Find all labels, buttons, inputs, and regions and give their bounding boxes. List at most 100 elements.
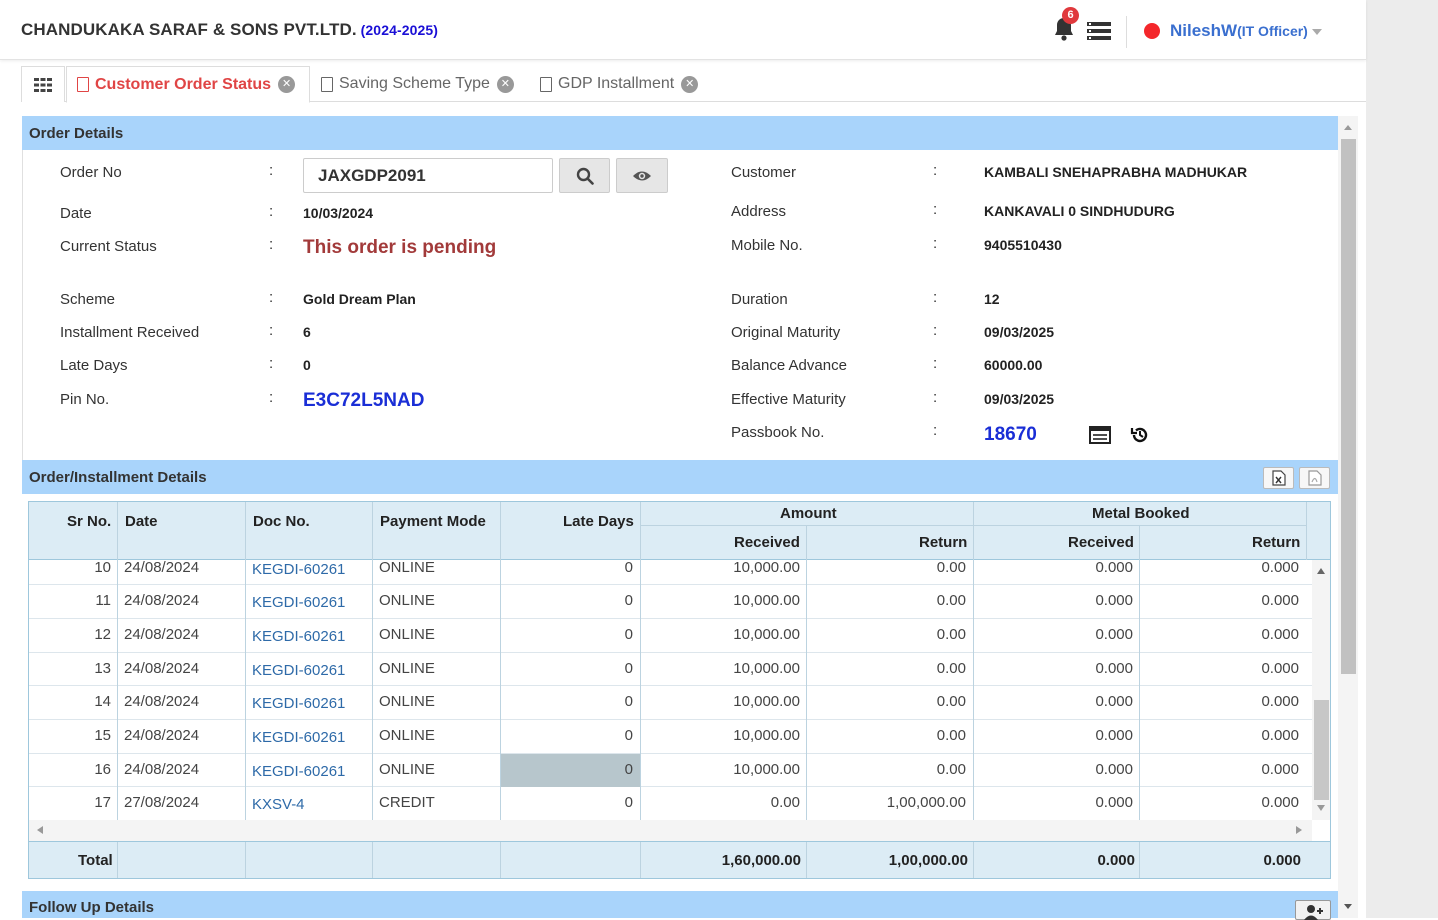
colon: : <box>933 322 938 339</box>
customer-label: Customer <box>731 164 797 181</box>
close-icon[interactable]: ✕ <box>278 76 296 93</box>
table-row[interactable]: 13 24/08/2024 KEGDI-60261 ONLINE 0 10,000.00 0… <box>29 653 1312 686</box>
list-menu-icon[interactable] <box>1087 21 1111 41</box>
add-follow-up-button[interactable] <box>1295 900 1331 920</box>
col-divider <box>372 502 373 820</box>
table-row[interactable]: 11 24/08/2024 KEGDI-60261 ONLINE 0 10,000.00 0… <box>29 585 1312 619</box>
installment-received-value: 6 <box>303 324 311 340</box>
scroll-left-icon[interactable] <box>37 826 43 834</box>
header-separator <box>1126 16 1127 48</box>
cell-doc-no[interactable]: KEGDI-60261 <box>252 763 345 780</box>
cell-doc-no[interactable]: KEGDI-60261 <box>252 561 345 578</box>
cell-metal-received: 0.000 <box>1095 794 1133 811</box>
close-icon[interactable]: ✕ <box>496 75 514 93</box>
col-doc-no[interactable]: Doc No. <box>253 513 310 530</box>
col-date[interactable]: Date <box>125 513 158 530</box>
export-pdf-button[interactable] <box>1299 467 1330 489</box>
total-amount-received: 1,60,000.00 <box>721 852 801 869</box>
selected-cell-highlight <box>501 754 640 787</box>
table-row[interactable]: 16 24/08/2024 KEGDI-60261 ONLINE 0 10,000.00 0… <box>29 754 1312 787</box>
table-row[interactable]: 14 24/08/2024 KEGDI-60261 ONLINE 0 10,000.00 0… <box>29 686 1312 720</box>
installment-grid: Sr No. Date Doc No. Payment Mode Late Da… <box>28 501 1331 879</box>
cell-doc-no[interactable]: KXSV-4 <box>252 796 305 813</box>
col-divider <box>806 526 807 820</box>
pin-no-label: Pin No. <box>60 391 110 408</box>
scroll-thumb[interactable] <box>1314 700 1329 800</box>
export-excel-button[interactable] <box>1263 467 1294 489</box>
user-menu[interactable]: NileshW(IT Officer) <box>1170 21 1322 41</box>
col-metal-received[interactable]: Received <box>1068 534 1134 551</box>
cell-late-days: 0 <box>624 761 633 778</box>
close-icon[interactable]: ✕ <box>681 75 699 93</box>
cell-sr-no: 17 <box>94 794 111 811</box>
cell-late-days: 0 <box>624 592 633 609</box>
cell-metal-received: 0.000 <box>1095 727 1133 744</box>
order-details-form: Order No : JAXGDP2091 Date : 10/03/2024 … <box>22 150 1338 460</box>
cell-doc-no[interactable]: KEGDI-60261 <box>252 594 345 611</box>
cell-doc-no[interactable]: KEGDI-60261 <box>252 729 345 746</box>
cell-doc-no[interactable]: KEGDI-60261 <box>252 695 345 712</box>
col-sr-no[interactable]: Sr No. <box>67 513 111 530</box>
col-divider <box>973 842 974 878</box>
cell-amount-return: 0.00 <box>936 660 966 677</box>
cell-sr-no: 11 <box>95 592 111 609</box>
search-button[interactable] <box>559 158 610 193</box>
history-icon[interactable] <box>1130 425 1150 450</box>
cell-metal-return: 0.000 <box>1261 660 1299 677</box>
col-divider <box>117 842 118 878</box>
scroll-thumb[interactable] <box>1341 139 1356 674</box>
mobile-no-value: 9405510430 <box>984 237 1062 253</box>
tab-saving-scheme-type[interactable]: Saving Scheme Type ✕ <box>311 66 539 102</box>
cell-sr-no: 16 <box>94 761 111 778</box>
cell-sr-no: 15 <box>94 727 111 744</box>
current-status-label: Current Status <box>60 238 157 255</box>
col-amount-return[interactable]: Return <box>919 534 967 551</box>
scroll-down-icon[interactable] <box>1344 904 1352 909</box>
cell-amount-return: 0.00 <box>936 727 966 744</box>
cell-doc-no[interactable]: KEGDI-60261 <box>252 628 345 645</box>
page-vertical-scrollbar[interactable] <box>1338 116 1358 918</box>
cell-payment-mode: ONLINE <box>379 693 435 710</box>
table-row[interactable]: 15 24/08/2024 KEGDI-60261 ONLINE 0 10,000.00 0… <box>29 720 1312 754</box>
col-payment-mode[interactable]: Payment Mode <box>380 513 486 530</box>
order-no-input[interactable]: JAXGDP2091 <box>303 158 553 193</box>
col-late-days[interactable]: Late Days <box>563 513 634 530</box>
col-divider <box>640 842 641 878</box>
late-days-value: 0 <box>303 357 311 373</box>
document-icon <box>540 76 552 92</box>
top-bar: CHANDUKAKA SARAF & SONS PVT.LTD. (2024-20… <box>0 0 1366 60</box>
table-row[interactable]: 10 24/08/2024 KEGDI-60261 ONLINE 0 10,000.00 0… <box>29 559 1312 585</box>
date-label: Date <box>60 205 92 222</box>
col-metal-return[interactable]: Return <box>1252 534 1300 551</box>
colon: : <box>933 389 938 406</box>
col-amount-received[interactable]: Received <box>734 534 800 551</box>
tab-gdp-installment[interactable]: GDP Installment ✕ <box>530 66 730 102</box>
grid-horizontal-scrollbar[interactable] <box>29 820 1312 841</box>
user-role: (IT Officer) <box>1237 23 1308 39</box>
table-row[interactable]: 17 27/08/2024 KXSV-4 CREDIT 0 0.00 1,00,000.00… <box>29 787 1312 821</box>
col-divider <box>500 842 501 878</box>
view-button[interactable] <box>616 158 668 193</box>
tab-customer-order-status[interactable]: Customer Order Status ✕ <box>66 66 310 103</box>
table-row[interactable]: 12 24/08/2024 KEGDI-60261 ONLINE 0 10,000.00 0… <box>29 619 1312 653</box>
col-divider <box>973 502 974 820</box>
original-maturity-value: 09/03/2025 <box>984 324 1055 340</box>
total-amount-return: 1,00,000.00 <box>888 852 968 869</box>
scroll-up-icon[interactable] <box>1344 125 1352 130</box>
scroll-down-icon[interactable] <box>1317 805 1325 811</box>
cell-late-days: 0 <box>624 693 633 710</box>
cell-date: 24/08/2024 <box>124 559 200 576</box>
cell-doc-no[interactable]: KEGDI-60261 <box>252 662 345 679</box>
passbook-list-icon[interactable] <box>1089 426 1111 449</box>
scroll-up-icon[interactable] <box>1317 568 1325 574</box>
colon: : <box>933 201 938 218</box>
cell-date: 24/08/2024 <box>124 626 200 643</box>
colon: : <box>269 236 274 253</box>
cell-late-days: 0 <box>624 559 633 576</box>
cell-metal-received: 0.000 <box>1095 626 1133 643</box>
col-divider <box>117 502 118 820</box>
notification-bell-icon[interactable]: 6 <box>1052 7 1079 42</box>
grid-vertical-scrollbar[interactable] <box>1312 560 1330 820</box>
apps-grid-icon[interactable] <box>21 66 65 102</box>
scroll-right-icon[interactable] <box>1296 826 1302 834</box>
